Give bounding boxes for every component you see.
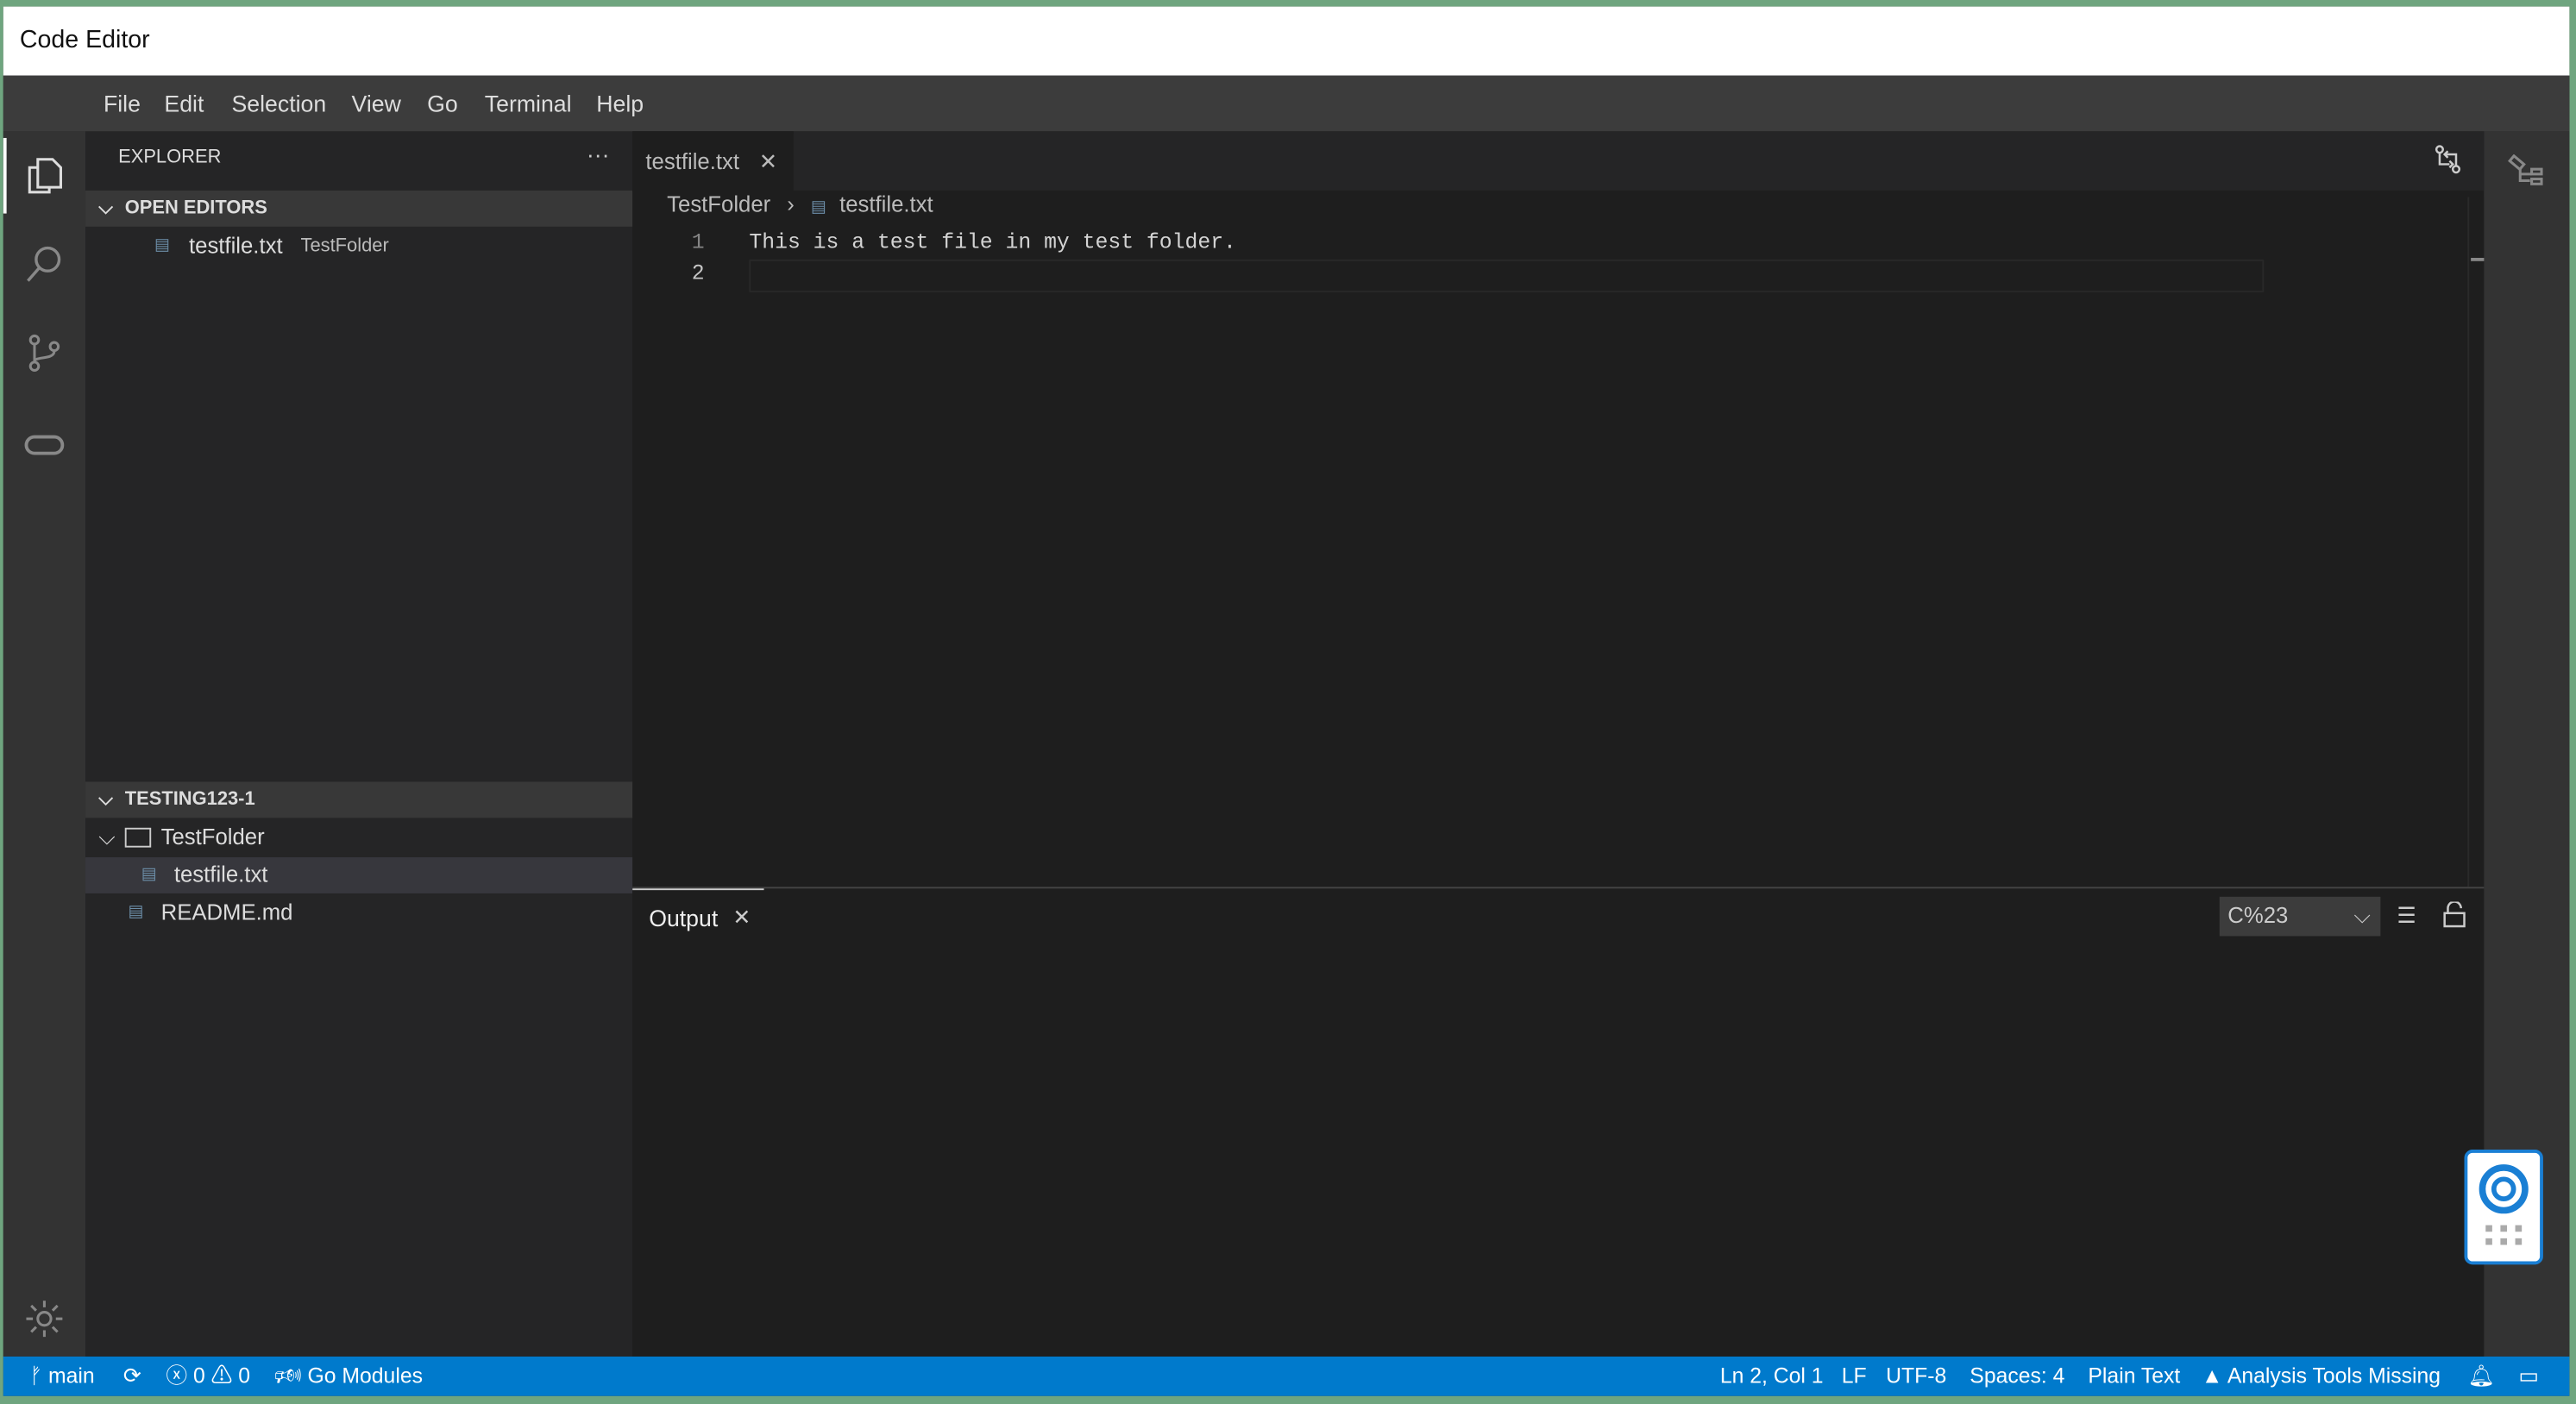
- menu-bar: File Edit Selection View Go Terminal Hel…: [3, 75, 2570, 132]
- chevron-down-icon: ⌵: [2353, 903, 2371, 928]
- help-widget[interactable]: [2464, 1150, 2543, 1265]
- tab-bar: testfile.txt ✕: [632, 131, 2485, 192]
- clear-output-icon[interactable]: ☰: [2397, 903, 2416, 929]
- output-panel: Output ✕ C%23 ⌵ ☰: [632, 887, 2485, 1357]
- eol[interactable]: LF: [1842, 1357, 1867, 1396]
- sync-icon[interactable]: ⟳: [123, 1357, 141, 1396]
- file-icon: ▤: [810, 198, 826, 217]
- menu-go[interactable]: Go: [427, 91, 458, 116]
- code-editor-window: Code Editor File Edit Selection View Go …: [3, 6, 2570, 1396]
- indentation[interactable]: Spaces: 4: [1970, 1357, 2064, 1396]
- source-control-icon[interactable]: [23, 332, 66, 375]
- menu-terminal[interactable]: Terminal: [485, 91, 572, 116]
- cursor-position[interactable]: Ln 2, Col 1: [1720, 1357, 1824, 1396]
- current-line: [749, 259, 2265, 292]
- activity-bar: [3, 131, 86, 1357]
- right-activity-bar: [2464, 131, 2570, 1357]
- explorer-sidebar: EXPLORER ··· ⌵ OPEN EDITORS ▤ testfile.txt…: [85, 131, 633, 1357]
- lifebuoy-icon: [2479, 1164, 2529, 1245]
- menu-view[interactable]: View: [352, 91, 401, 116]
- open-editors-section[interactable]: ⌵ OPEN EDITORS: [85, 190, 633, 227]
- workspace-section[interactable]: ⌵ TESTING123-1: [85, 781, 633, 818]
- menu-help[interactable]: Help: [596, 91, 644, 116]
- folder-testfolder[interactable]: ⌵ TestFolder: [85, 819, 632, 856]
- menu-edit[interactable]: Edit: [164, 91, 204, 116]
- menu-file[interactable]: File: [104, 91, 141, 116]
- markdown-icon: ▤: [128, 903, 144, 922]
- lock-icon[interactable]: [2443, 901, 2466, 928]
- chevron-down-icon: ⌵: [98, 824, 116, 849]
- code-line: This is a test file in my test folder.: [749, 229, 1236, 255]
- file-testfile[interactable]: ▤ testfile.txt: [85, 857, 633, 893]
- chevron-down-icon: ⌵: [98, 789, 113, 810]
- search-icon[interactable]: [23, 243, 66, 286]
- remote-icon[interactable]: [23, 423, 66, 467]
- output-channel-select[interactable]: C%23 ⌵: [2219, 896, 2381, 937]
- analysis-tools-warning[interactable]: ▲ Analysis Tools Missing: [2202, 1357, 2441, 1396]
- breadcrumb-folder[interactable]: TestFolder: [667, 192, 770, 217]
- branch-indicator[interactable]: ᚠ main: [29, 1357, 94, 1396]
- file-icon: ▤: [141, 865, 157, 884]
- go-modules[interactable]: 🕬 Go Modules: [274, 1357, 423, 1396]
- open-editor-item[interactable]: ▤ testfile.txt TestFolder: [85, 229, 632, 265]
- scrollbar[interactable]: [2467, 197, 2486, 887]
- folder-icon: [124, 827, 152, 848]
- close-icon[interactable]: ✕: [732, 905, 751, 931]
- language-mode[interactable]: Plain Text: [2088, 1357, 2180, 1396]
- tab-output[interactable]: Output: [649, 905, 718, 931]
- explorer-title: EXPLORER: [118, 147, 222, 168]
- layout-icon[interactable]: ▭: [2518, 1357, 2538, 1396]
- more-actions-button[interactable]: ···: [587, 141, 610, 167]
- close-icon[interactable]: ✕: [759, 133, 778, 192]
- file-readme[interactable]: ▤ README.md: [85, 895, 632, 931]
- settings-gear-icon[interactable]: [23, 1297, 66, 1340]
- breadcrumb-file[interactable]: testfile.txt: [839, 192, 933, 217]
- problems-indicator[interactable]: ⓧ 0 ⚠ 0: [166, 1357, 250, 1396]
- breadcrumb: TestFolder › ▤ testfile.txt: [667, 191, 933, 217]
- menu-selection[interactable]: Selection: [232, 91, 327, 116]
- tree-view-icon[interactable]: [2507, 154, 2547, 194]
- explorer-icon[interactable]: [23, 154, 66, 197]
- file-icon: ▤: [154, 236, 171, 255]
- window-title: Code Editor: [3, 6, 2570, 76]
- notifications-bell-icon[interactable]: 🔔︎: [2467, 1357, 2494, 1396]
- line-number: 2: [691, 260, 705, 286]
- open-changes-icon[interactable]: [2433, 145, 2462, 174]
- status-bar: ᚠ main ⟳ ⓧ 0 ⚠ 0 🕬 Go Modules Ln 2, Col …: [3, 1356, 2570, 1396]
- tab-testfile[interactable]: testfile.txt ✕: [632, 131, 794, 192]
- encoding[interactable]: UTF-8: [1886, 1357, 1946, 1396]
- editor-area: testfile.txt ✕ TestFolder › ▤ testfile.txt 1…: [632, 131, 2486, 1357]
- chevron-down-icon: ⌵: [98, 198, 113, 219]
- line-number: 1: [691, 229, 705, 255]
